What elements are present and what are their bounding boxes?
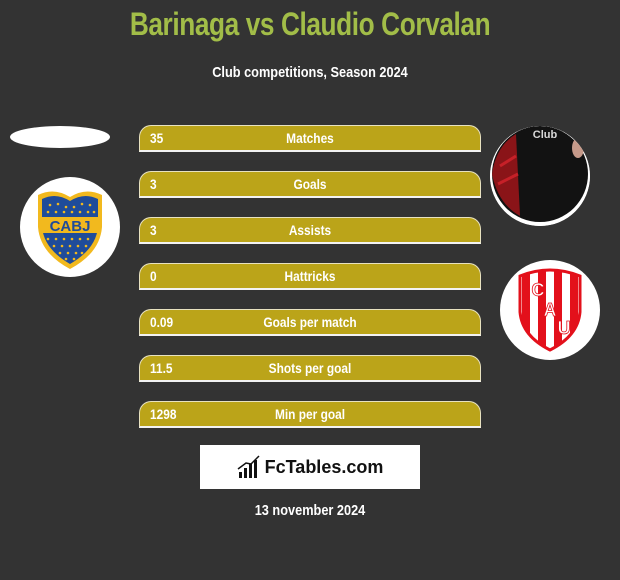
stat-label: Hattricks [284, 268, 336, 284]
union-santa-fe-crest-icon: C A U [518, 268, 582, 352]
stat-row-hattricks: 0 Hattricks [139, 263, 481, 290]
crest-letter-a: A [544, 300, 557, 320]
boca-juniors-crest-icon: CABJ [38, 191, 102, 269]
stat-label: Assists [288, 222, 332, 238]
stat-label: Shots per goal [268, 360, 352, 376]
stat-label: Goals per match [263, 314, 357, 330]
stat-value: 0 [150, 268, 157, 284]
crest-letter-c: C [532, 280, 545, 300]
crest-text: CABJ [50, 218, 91, 235]
date-label: 13 november 2024 [254, 502, 366, 519]
bar-chart-icon [237, 455, 260, 478]
stat-label: Min per goal [274, 406, 346, 422]
stat-row-goals: 3 Goals [139, 171, 481, 198]
svg-text:Club: Club [533, 129, 558, 141]
stat-label: Matches [286, 130, 334, 146]
stat-value: 3 [150, 222, 157, 238]
left-player-placeholder [10, 126, 110, 148]
page-title: Barinaga vs Claudio Corvalan [129, 6, 491, 42]
fctables-brand-link[interactable]: FcTables.com [200, 445, 420, 489]
left-club-logo: CABJ [20, 177, 120, 277]
stat-value: 3 [150, 176, 157, 192]
stat-label: Goals [293, 176, 327, 192]
stat-value: 35 [150, 130, 164, 146]
stat-row-matches: 35 Matches [139, 125, 481, 152]
stat-row-goals-per-match: 0.09 Goals per match [139, 309, 481, 336]
right-player-photo: Club [490, 126, 590, 226]
crest-letter-u: U [558, 318, 571, 338]
player-photo-icon: Club [490, 126, 590, 226]
page-subtitle: Club competitions, Season 2024 [212, 64, 408, 81]
stat-row-min-per-goal: 1298 Min per goal [139, 401, 481, 428]
brand-text: FcTables.com [264, 456, 384, 477]
stat-row-shots-per-goal: 11.5 Shots per goal [139, 355, 481, 382]
stat-row-assists: 3 Assists [139, 217, 481, 244]
right-club-logo: C A U [500, 260, 600, 360]
